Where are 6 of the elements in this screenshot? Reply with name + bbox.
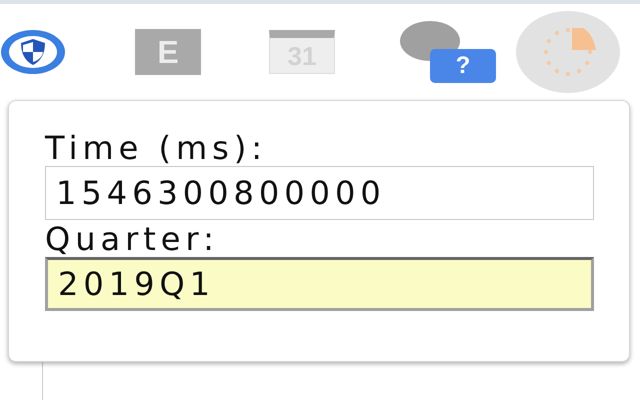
field-label: Quarter: — [45, 222, 220, 258]
letter-e-icon[interactable]: E — [135, 29, 201, 75]
shield-icon[interactable] — [0, 29, 66, 75]
field-label: Time (ms): — [45, 131, 268, 166]
text-field[interactable]: 1546300800000 — [45, 166, 594, 220]
text-field[interactable]: 2019Q1 — [45, 257, 594, 312]
